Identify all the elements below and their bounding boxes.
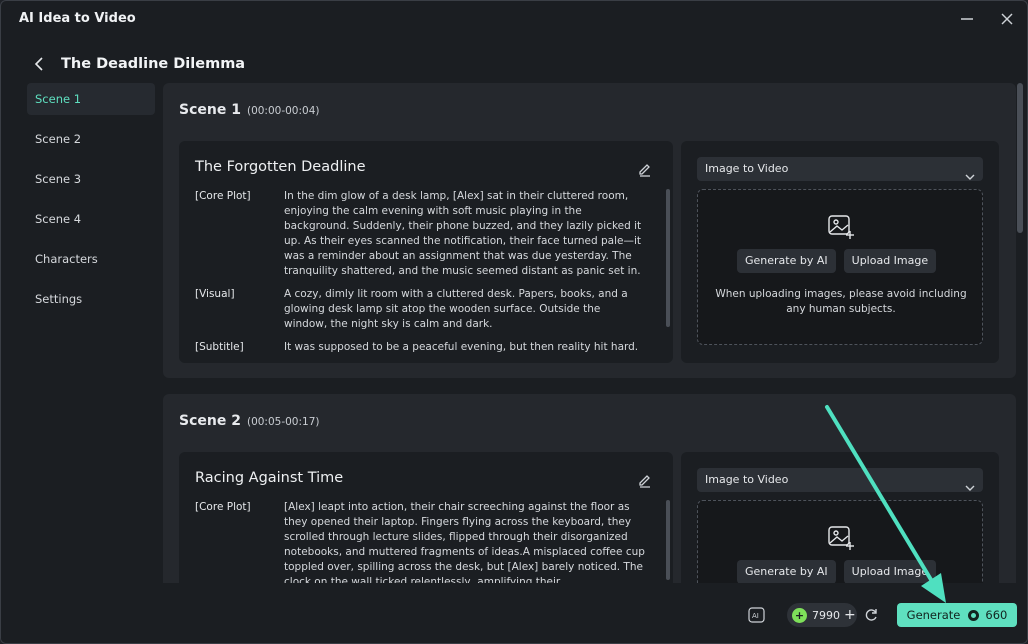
upload-image-button[interactable]: Upload Image [843, 560, 937, 583]
credits-badge[interactable]: + 7990 + [787, 603, 857, 627]
row-label: [Subtitle] [195, 341, 244, 353]
row-text: [Alex] leapt into action, their chair sc… [284, 501, 645, 583]
upload-note: When uploading images, please avoid incl… [715, 288, 967, 315]
edit-icon [639, 164, 650, 177]
script-card: Racing Against Time [Core Plot] [Alex] l… [179, 452, 673, 583]
generate-label: Generate [906, 608, 961, 622]
title-bar: AI Idea to Video [1, 1, 1027, 37]
refresh-button[interactable] [863, 607, 879, 623]
generate-by-ai-button[interactable]: Generate by AI [737, 560, 836, 583]
scene-time: (00:05-00:17) [246, 416, 320, 428]
scene-panel: Scene 2 (00:05-00:17) Racing Against Tim… [163, 394, 1016, 583]
card-scrollbar[interactable] [666, 500, 670, 580]
app-window: AI Idea to Video The Deadline Dilemma Sc… [0, 0, 1028, 644]
scene-name: Scene 1 [179, 102, 241, 118]
scene-list[interactable]: Scene 1 (00:00-00:04) The Forgotten Dead… [163, 83, 1016, 583]
cost-icon [968, 609, 980, 621]
credit-icon: + [792, 607, 807, 623]
script-row: [Core Plot] In the dim glow of a desk la… [195, 189, 645, 279]
mode-label: Image to Video [705, 162, 789, 175]
scene-name: Scene 2 [179, 413, 241, 429]
app-title: AI Idea to Video [19, 11, 136, 26]
generate-button[interactable]: Generate 660 [897, 603, 1017, 627]
row-label: [Visual] [195, 288, 235, 300]
image-dropzone[interactable]: Generate by AI Upload Image [697, 500, 983, 583]
edit-button[interactable] [637, 472, 653, 488]
row-text: It was supposed to be a peaceful evening… [284, 341, 639, 353]
sidebar-item-scene-2[interactable]: Scene 2 [27, 123, 155, 155]
minimize-button[interactable] [956, 9, 978, 29]
sidebar-item-scene-1[interactable]: Scene 1 [27, 83, 155, 115]
row-label: [Core Plot] [195, 501, 251, 513]
image-add-icon [827, 525, 855, 551]
minimize-icon [961, 18, 973, 20]
generate-by-ai-button[interactable]: Generate by AI [737, 249, 836, 273]
page-title: The Deadline Dilemma [61, 56, 246, 72]
sidebar-item-characters[interactable]: Characters [27, 243, 155, 275]
back-button[interactable] [29, 54, 49, 74]
dropzone-buttons: Generate by AI Upload Image [737, 249, 937, 273]
script-row: [Core Plot] [Alex] leapt into action, th… [195, 500, 645, 583]
edit-button[interactable] [637, 161, 653, 177]
svg-text:AI: AI [752, 612, 759, 620]
script-row: [Visual] A cozy, dimly lit room with a c… [195, 287, 645, 332]
row-text: A cozy, dimly lit room with a cluttered … [284, 288, 628, 330]
credit-balance: 7990 [812, 608, 840, 622]
script-row: [Subtitle] It was supposed to be a peace… [195, 340, 645, 355]
sidebar-item-scene-3[interactable]: Scene 3 [27, 163, 155, 195]
media-panel: Image to Video Generate by AI Upload Ima… [681, 452, 999, 583]
script-rows: [Core Plot] In the dim glow of a desk la… [195, 189, 645, 363]
image-dropzone[interactable]: Generate by AI Upload Image When uploadi… [697, 189, 983, 345]
sidebar-item-settings[interactable]: Settings [27, 283, 155, 315]
scene-title: Racing Against Time [195, 470, 344, 486]
row-text: In the dim glow of a desk lamp, [Alex] s… [284, 190, 642, 277]
close-icon [1001, 13, 1013, 25]
content-scrollbar[interactable] [1017, 83, 1023, 233]
scene-sidebar: Scene 1 Scene 2 Scene 3 Scene 4 Characte… [27, 83, 155, 323]
chevron-down-icon [965, 476, 975, 495]
script-rows: [Core Plot] [Alex] leapt into action, th… [195, 500, 645, 583]
generate-cost: 660 [985, 608, 1008, 622]
upload-image-button[interactable]: Upload Image [843, 249, 937, 273]
media-panel: Image to Video Generate by AI Upload Ima… [681, 141, 999, 363]
scene-heading: Scene 1 (00:00-00:04) [179, 102, 319, 118]
sidebar-item-scene-4[interactable]: Scene 4 [27, 203, 155, 235]
scene-panel: Scene 1 (00:00-00:04) The Forgotten Dead… [163, 83, 1016, 378]
page-header: The Deadline Dilemma [29, 53, 245, 75]
add-credits-icon: + [844, 607, 856, 623]
back-icon [34, 57, 43, 71]
edit-icon [639, 475, 650, 488]
ai-image-icon: AI [748, 607, 765, 623]
close-button[interactable] [996, 9, 1018, 29]
chevron-down-icon [965, 165, 975, 184]
scene-title: The Forgotten Deadline [195, 159, 366, 175]
row-label: [Core Plot] [195, 190, 251, 202]
script-card: The Forgotten Deadline [Core Plot] In th… [179, 141, 673, 363]
dropzone-buttons: Generate by AI Upload Image [737, 560, 937, 583]
image-add-icon [827, 214, 855, 240]
mode-dropdown[interactable]: Image to Video [697, 468, 983, 492]
ai-image-button[interactable]: AI [747, 605, 767, 625]
scene-heading: Scene 2 (00:05-00:17) [179, 413, 319, 429]
card-scrollbar[interactable] [666, 189, 670, 327]
mode-label: Image to Video [705, 473, 789, 486]
refresh-icon [865, 609, 877, 621]
mode-dropdown[interactable]: Image to Video [697, 157, 983, 181]
scene-time: (00:00-00:04) [246, 105, 320, 117]
